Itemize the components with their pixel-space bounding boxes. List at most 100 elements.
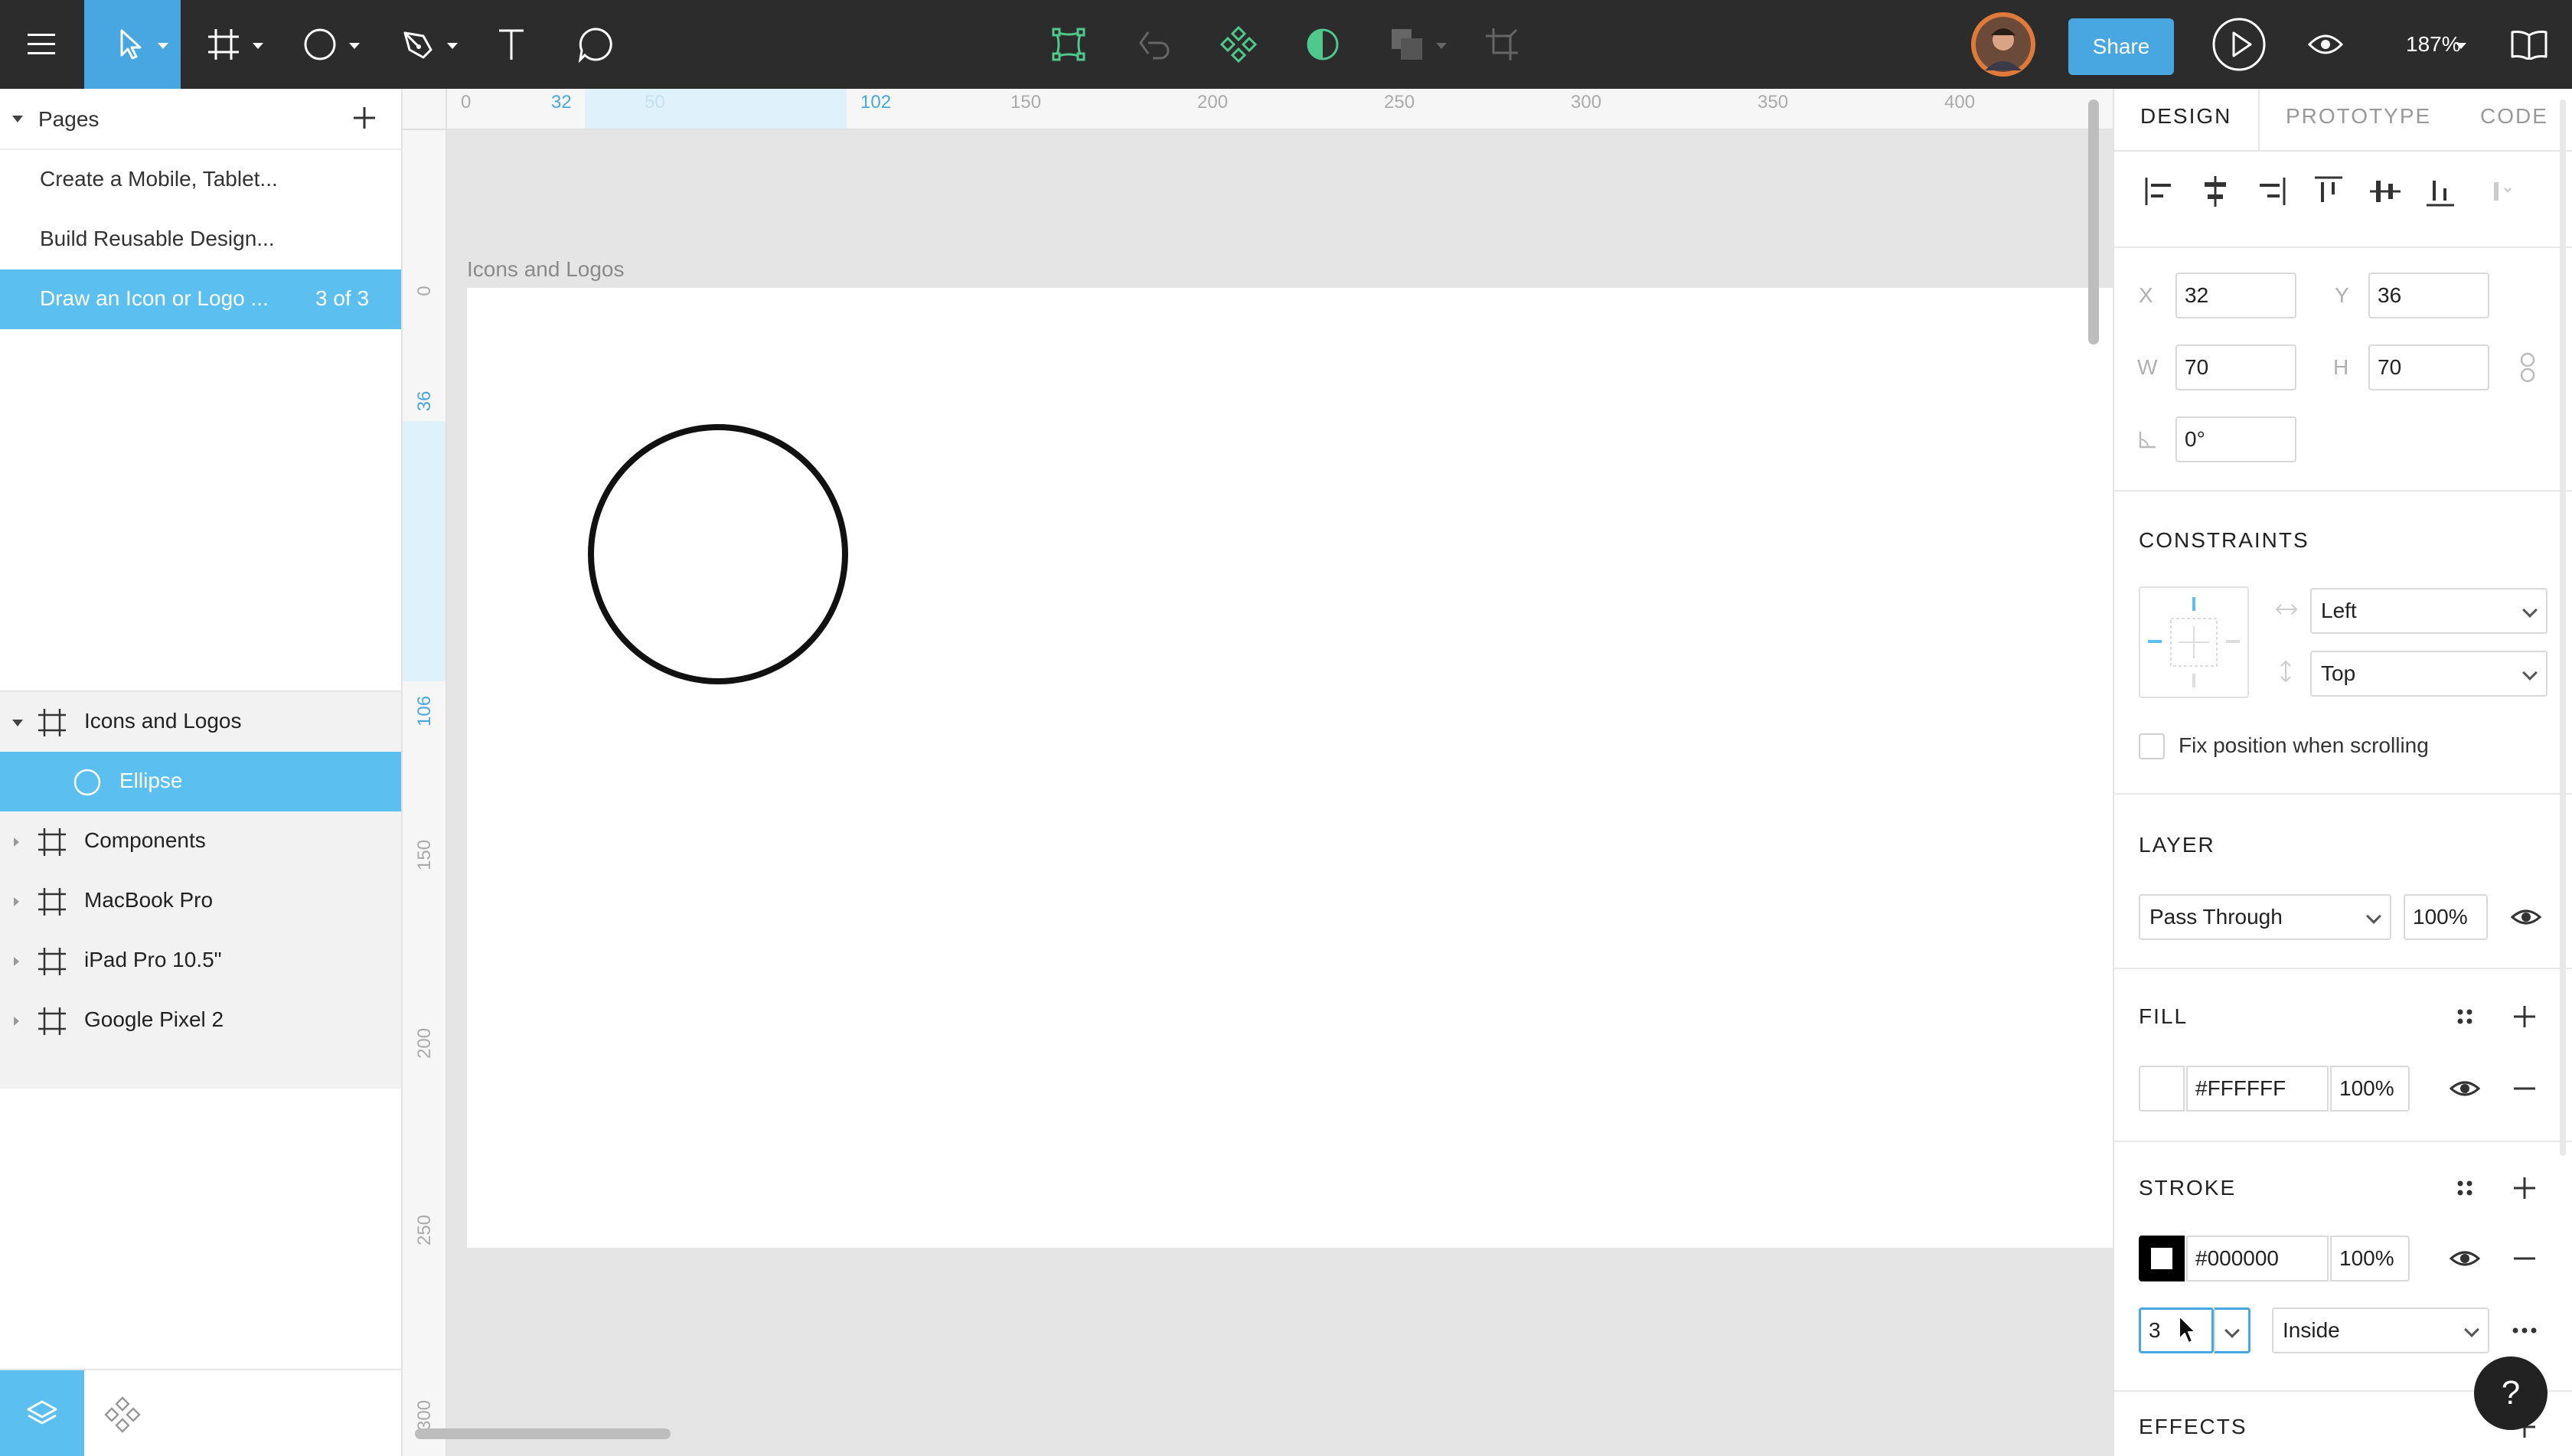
tab-prototype[interactable]: PROTOTYPE bbox=[2286, 104, 2431, 129]
ellipse-tool-icon[interactable] bbox=[297, 0, 343, 89]
page-item-label: Build Reusable Design... bbox=[40, 227, 275, 250]
crop-icon[interactable] bbox=[1479, 0, 1525, 89]
fill-hex-field[interactable]: #FFFFFF bbox=[2186, 1066, 2329, 1112]
y-field[interactable]: 36 bbox=[2368, 273, 2489, 318]
section-divider bbox=[2114, 246, 2572, 248]
assets-icon[interactable] bbox=[104, 1396, 141, 1433]
collapse-arrow-icon[interactable] bbox=[12, 116, 23, 122]
eye-icon[interactable] bbox=[2448, 1072, 2482, 1105]
frame-tool-caret[interactable] bbox=[253, 43, 263, 49]
add-page-icon[interactable] bbox=[349, 103, 380, 133]
menu-icon[interactable] bbox=[14, 0, 69, 89]
page-item-reusable-design[interactable]: Build Reusable Design... bbox=[0, 210, 401, 269]
align-left-icon[interactable] bbox=[2142, 173, 2179, 210]
expand-arrow-icon[interactable] bbox=[14, 837, 19, 847]
style-grid-icon[interactable] bbox=[2448, 1000, 2482, 1033]
layer-label: Icons and Logos bbox=[84, 709, 242, 733]
layers-tab[interactable] bbox=[0, 1370, 84, 1456]
expand-arrow-icon[interactable] bbox=[14, 897, 19, 906]
play-icon[interactable] bbox=[2209, 0, 2269, 89]
zoom-caret[interactable] bbox=[2456, 43, 2466, 49]
eye-icon[interactable] bbox=[2448, 1242, 2482, 1275]
height-field[interactable]: 70 bbox=[2368, 344, 2489, 390]
remove-fill-icon[interactable] bbox=[2508, 1072, 2541, 1105]
frame-label[interactable]: Icons and Logos bbox=[467, 257, 625, 282]
add-stroke-icon[interactable] bbox=[2508, 1171, 2541, 1205]
distribute-icon[interactable] bbox=[2485, 173, 2521, 210]
layer-icons-and-logos[interactable]: Icons and Logos bbox=[0, 692, 401, 752]
boolean-group-icon[interactable] bbox=[1384, 0, 1430, 89]
section-divider bbox=[2114, 968, 2572, 969]
avatar[interactable] bbox=[1967, 0, 2039, 89]
expand-arrow-icon[interactable] bbox=[12, 720, 23, 726]
horizontal-constraint-select[interactable]: Left bbox=[2310, 588, 2548, 634]
union-icon[interactable] bbox=[1131, 0, 1177, 89]
edit-object-icon[interactable] bbox=[1046, 0, 1092, 89]
text-tool-icon[interactable] bbox=[488, 0, 534, 89]
pen-tool-caret[interactable] bbox=[447, 43, 458, 49]
book-icon[interactable] bbox=[2508, 0, 2551, 89]
layer-ipad-pro[interactable]: iPad Pro 10.5" bbox=[0, 931, 401, 991]
fill-color-swatch[interactable] bbox=[2139, 1066, 2185, 1112]
layer-google-pixel-2[interactable]: Google Pixel 2 bbox=[0, 991, 401, 1050]
page-item-draw-icon[interactable]: Draw an Icon or Logo ... 3 of 3 bbox=[0, 269, 401, 329]
fill-opacity-field[interactable]: 100% bbox=[2330, 1066, 2410, 1112]
stroke-opacity-field[interactable]: 100% bbox=[2330, 1236, 2410, 1281]
x-field[interactable]: 32 bbox=[2175, 273, 2296, 318]
add-fill-icon[interactable] bbox=[2508, 1000, 2541, 1033]
tab-code[interactable]: CODE bbox=[2480, 104, 2548, 129]
frame-tool-icon[interactable] bbox=[201, 0, 246, 89]
mask-icon[interactable] bbox=[1300, 0, 1346, 89]
share-button[interactable]: Share bbox=[2068, 18, 2174, 75]
align-horizontal-center-icon[interactable] bbox=[2197, 173, 2234, 210]
page-item-mobile[interactable]: Create a Mobile, Tablet... bbox=[0, 150, 401, 210]
ellipse-shape[interactable] bbox=[588, 424, 848, 684]
vertical-scrollbar[interactable] bbox=[2088, 100, 2099, 344]
remove-stroke-icon[interactable] bbox=[2508, 1242, 2541, 1275]
blend-mode-select[interactable]: Pass Through bbox=[2139, 894, 2391, 940]
constrain-proportions-icon[interactable] bbox=[2518, 351, 2537, 384]
align-right-icon[interactable] bbox=[2252, 173, 2289, 210]
constraint-widget[interactable] bbox=[2139, 586, 2249, 698]
horizontal-scrollbar[interactable] bbox=[415, 1428, 671, 1439]
fix-position-checkbox[interactable] bbox=[2139, 733, 2165, 759]
boolean-caret[interactable] bbox=[1436, 43, 1447, 49]
layer-label: Components bbox=[84, 828, 206, 852]
frame-icon bbox=[38, 828, 66, 856]
stroke-align-select[interactable]: Inside bbox=[2272, 1307, 2489, 1353]
view-icon[interactable] bbox=[2306, 0, 2345, 89]
layer-opacity-field[interactable]: 100% bbox=[2404, 894, 2488, 940]
width-field[interactable]: 70 bbox=[2175, 344, 2296, 390]
properties-scrollbar[interactable] bbox=[2560, 100, 2566, 1156]
layer-ellipse[interactable]: Ellipse bbox=[0, 752, 401, 811]
expand-arrow-icon[interactable] bbox=[14, 957, 19, 966]
zoom-level[interactable]: 187% bbox=[2406, 0, 2461, 89]
eye-icon[interactable] bbox=[2509, 900, 2543, 934]
layer-components[interactable]: Components bbox=[0, 811, 401, 871]
align-bottom-icon[interactable] bbox=[2422, 173, 2459, 210]
expand-arrow-icon[interactable] bbox=[14, 1017, 19, 1026]
vertical-constraint-select[interactable]: Top bbox=[2310, 651, 2548, 697]
align-vertical-center-icon[interactable] bbox=[2367, 173, 2404, 210]
ruler-tick: 150 bbox=[414, 839, 435, 870]
component-icon[interactable] bbox=[1216, 0, 1262, 89]
help-button[interactable]: ? bbox=[2474, 1356, 2548, 1430]
pages-header[interactable]: Pages bbox=[0, 89, 401, 150]
align-top-icon[interactable] bbox=[2310, 173, 2347, 210]
layer-macbook-pro[interactable]: MacBook Pro bbox=[0, 871, 401, 931]
stroke-width-dropdown[interactable] bbox=[2214, 1307, 2250, 1353]
comment-tool-icon[interactable] bbox=[571, 0, 620, 89]
h-label: H bbox=[2333, 355, 2349, 379]
pen-tool-icon[interactable] bbox=[395, 0, 441, 89]
style-grid-icon[interactable] bbox=[2448, 1171, 2482, 1205]
stroke-hex-field[interactable]: #000000 bbox=[2186, 1236, 2329, 1281]
more-options-icon[interactable] bbox=[2508, 1314, 2541, 1347]
stroke-width-field[interactable]: 3 bbox=[2139, 1307, 2214, 1353]
stroke-color-swatch[interactable] bbox=[2139, 1236, 2185, 1281]
ellipse-tool-caret[interactable] bbox=[349, 43, 360, 49]
rotation-field[interactable]: 0° bbox=[2175, 416, 2296, 462]
tab-design[interactable]: DESIGN bbox=[2140, 104, 2231, 129]
frame-icon bbox=[38, 888, 66, 916]
move-tool-icon[interactable] bbox=[84, 0, 181, 89]
ruler-tick: 300 bbox=[1571, 92, 1602, 113]
